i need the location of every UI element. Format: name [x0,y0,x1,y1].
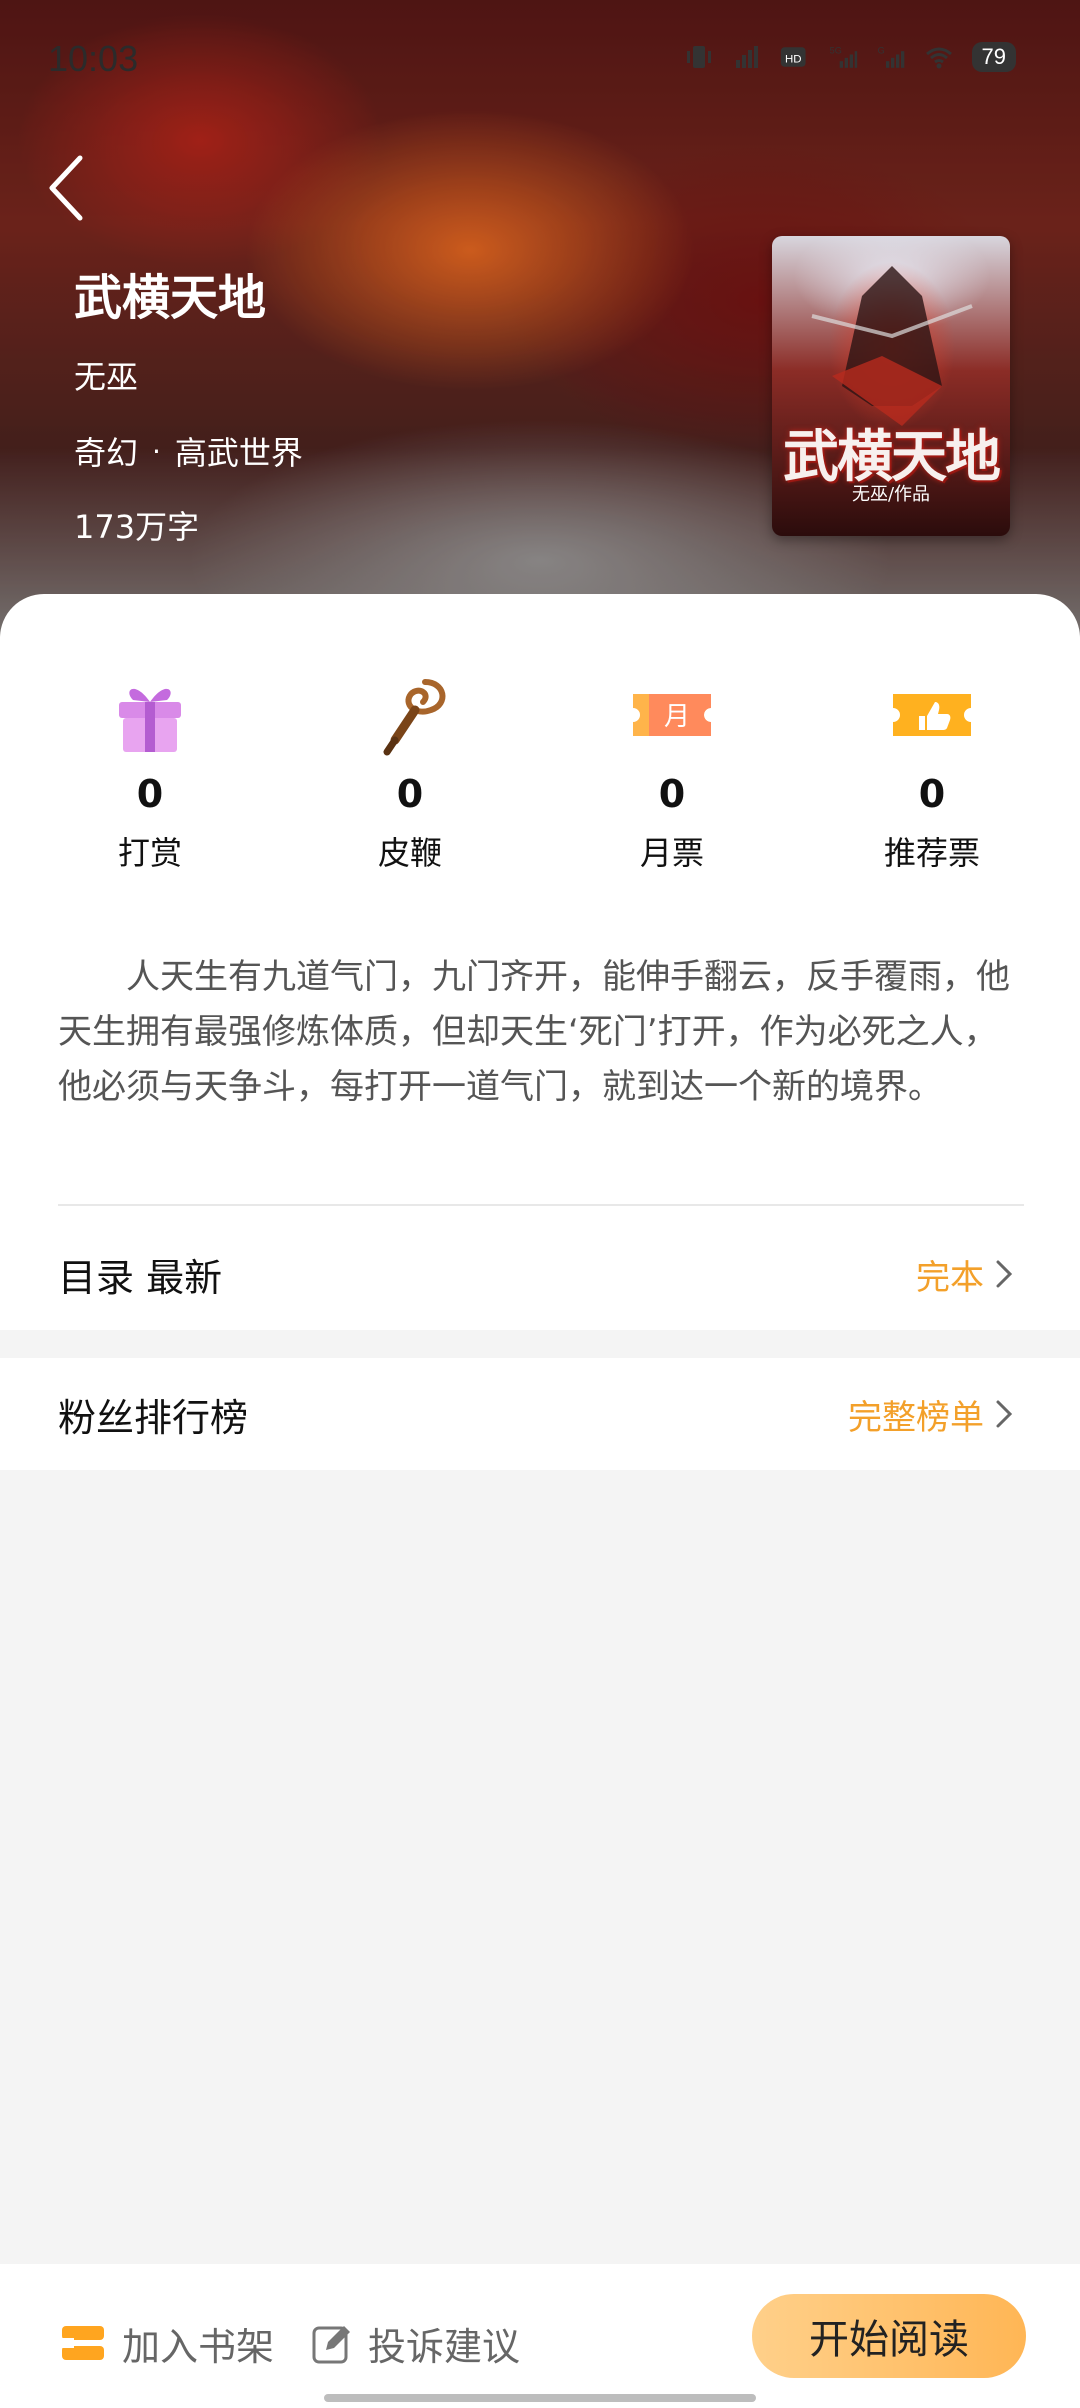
bottom-action-bar: 加入书架 投诉建议 开始阅读 [0,2264,1080,2408]
fans-ranking-link-text: 完整榜单 [848,1397,984,1438]
stat-recommend-value: 0 [918,772,946,816]
book-cover[interactable]: 武横天地 无巫/作品 [772,236,1010,536]
chevron-right-icon [996,1260,1013,1288]
feedback-label: 投诉建议 [368,2325,521,2369]
catalog-row[interactable]: 目录 最新 完本 [0,1218,1080,1330]
stat-reward-value: 0 [136,772,164,816]
whip-icon [383,679,446,756]
gift-icon [119,688,181,752]
stat-whip-value: 0 [396,772,424,816]
genre-main: 奇幻 [74,434,139,472]
book-genre: 奇幻 · 高武世界 [74,428,303,474]
stat-reward[interactable]: 0 打赏 [50,670,250,874]
stat-monthly-value: 0 [658,772,686,816]
fans-ranking-label: 粉丝排行榜 [58,1395,249,1440]
genre-separator: · [152,434,161,468]
wifi-icon [925,47,952,69]
genre-sub: 高武世界 [174,434,303,472]
catalog-status-text: 完本 [916,1257,984,1298]
svg-text:HD: HD [784,53,801,65]
home-indicator[interactable] [324,2394,756,2402]
bookshelf-icon [60,2325,104,2360]
vibrate-icon [686,46,711,68]
start-reading-button[interactable]: 开始阅读 [752,2294,1026,2378]
signal-hd-icon [735,46,758,68]
hd-icon: HD [780,47,806,67]
g-signal-icon: G [877,46,904,68]
catalog-status: 完本 [916,1250,1016,1299]
status-icons: HD 5G G 79 [684,42,1016,72]
monthly-ticket-icon: 月 [633,694,711,736]
back-arrow-icon[interactable] [42,150,92,226]
stat-reward-label: 打赏 [117,834,182,872]
book-synopsis: 人天生有九道气门，九门齐开，能伸手翻云，反手覆雨，他天生拥有最强修炼体质，但却天… [58,957,1010,1107]
status-time: 10:03 [48,38,139,79]
5g-signal-icon: 5G [829,46,857,68]
stat-monthly-ticket[interactable]: 月 0 月票 [572,670,772,874]
stat-whip[interactable]: 0 皮鞭 [310,670,510,874]
battery-indicator: 79 [971,42,1016,72]
cover-subtitle: 无巫/作品 [851,484,931,505]
edit-icon [312,2325,350,2363]
word-count: 173万字 [74,508,200,546]
divider [58,1204,1024,1206]
chevron-right-icon [996,1400,1013,1428]
add-to-shelf-label: 加入书架 [122,2325,275,2369]
stats-row: 0 打赏 0 皮鞭 月 0 月票 0 推荐票 [0,670,1080,872]
stat-recommend-label: 推荐票 [883,834,980,872]
svg-text:G: G [877,46,884,56]
book-title: 武横天地 [74,270,267,326]
recommend-ticket-icon [893,694,971,736]
fans-ranking-row[interactable]: 粉丝排行榜 完整榜单 [0,1358,1080,1470]
feedback-button[interactable]: 投诉建议 [310,2316,520,2371]
add-to-shelf-button[interactable]: 加入书架 [58,2316,274,2371]
catalog-label: 目录 最新 [58,1255,223,1300]
stat-whip-label: 皮鞭 [377,834,442,872]
svg-text:5G: 5G [829,46,841,56]
status-bar: 10:03 HD 5G G 79 [0,0,1080,120]
book-author[interactable]: 无巫 [74,352,138,398]
stat-recommend-ticket[interactable]: 0 推荐票 [832,670,1032,874]
fans-ranking-link[interactable]: 完整榜单 [848,1390,1016,1439]
monthly-ticket-icon-text: 月 [664,702,690,732]
stat-monthly-label: 月票 [639,834,704,872]
